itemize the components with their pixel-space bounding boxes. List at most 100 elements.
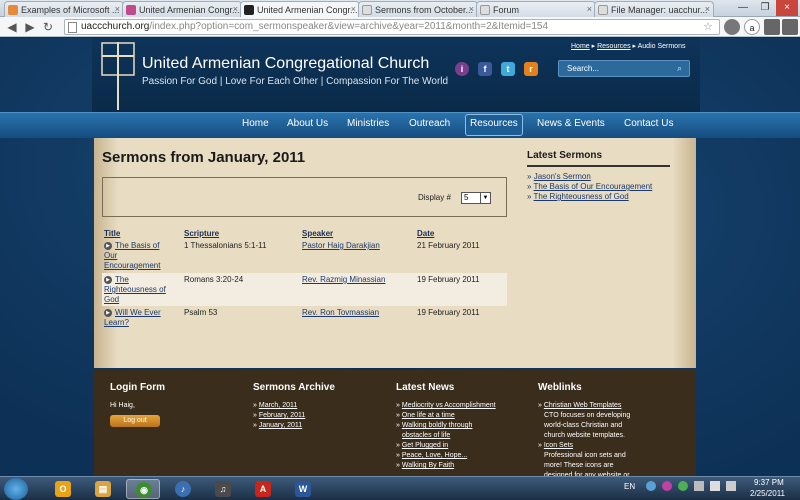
close-icon[interactable]: ×: [705, 4, 710, 14]
maximize-button[interactable]: ❐: [754, 0, 776, 16]
logout-button[interactable]: Log out: [110, 415, 160, 427]
reload-button[interactable]: ↻: [40, 19, 56, 35]
clock-time[interactable]: 9:37 PM: [754, 478, 784, 487]
breadcrumb-home[interactable]: Home: [571, 43, 590, 50]
close-icon[interactable]: ×: [351, 4, 356, 14]
chrome-icon: ◉: [136, 482, 152, 498]
main-nav: [0, 112, 800, 138]
browser-tab-active[interactable]: United Armenian Congr... ×: [240, 1, 360, 17]
display-count-select[interactable]: 5 ▼: [461, 192, 491, 204]
amazon-extension-icon[interactable]: a: [744, 19, 760, 35]
address-bar[interactable]: uaccchurch.org/index.php?option=com_serm…: [64, 19, 720, 35]
wrench-menu-icon[interactable]: [782, 19, 798, 35]
taskbar-app-outlook[interactable]: O: [46, 479, 80, 499]
nav-news-events[interactable]: News & Events: [537, 118, 605, 129]
sermon-speaker-link[interactable]: Rev. Razmig Minassian: [302, 275, 385, 285]
church-logo-icon[interactable]: [101, 42, 135, 110]
language-indicator[interactable]: EN: [624, 482, 635, 491]
tray-icon[interactable]: [678, 481, 688, 491]
itunes-icon: ♪: [175, 481, 191, 497]
taskbar-app-itunes[interactable]: ♪: [166, 479, 200, 499]
news-link[interactable]: » Walking boldly through: [396, 421, 472, 431]
volume-icon[interactable]: [726, 481, 736, 491]
display-label: Display #: [418, 193, 451, 202]
weblink-description: CTO focuses on developing world-class Ch…: [544, 412, 631, 439]
nav-about-us[interactable]: About Us: [287, 118, 328, 129]
taskbar-app-chrome[interactable]: ◉: [126, 479, 160, 499]
nav-contact-us[interactable]: Contact Us: [624, 118, 673, 129]
news-link-continued[interactable]: obstacles of life: [402, 431, 450, 441]
breadcrumb: Home ▸ Resources ▸ Audio Sermons: [571, 42, 685, 50]
sermon-title-link[interactable]: ▶ Will We Ever Learn?: [104, 308, 174, 328]
browser-tab[interactable]: Sermons from October... ×: [358, 1, 478, 17]
browser-tab[interactable]: Examples of Microsoft ... ×: [4, 1, 124, 17]
weblink[interactable]: » Christian Web Templates: [538, 401, 621, 411]
play-icon[interactable]: ▶: [104, 308, 112, 317]
tray-icon[interactable]: [694, 481, 704, 491]
column-speaker[interactable]: Speaker: [302, 229, 333, 238]
column-date[interactable]: Date: [417, 229, 434, 238]
nav-home[interactable]: Home: [242, 118, 269, 129]
sermon-scripture: Romans 3:20-24: [184, 275, 244, 284]
tray-icon[interactable]: [646, 481, 656, 491]
tray-icon[interactable]: [662, 481, 672, 491]
forward-button[interactable]: ▶: [22, 19, 38, 35]
sermon-title-link[interactable]: ▶ The Righteousness of God: [104, 275, 176, 305]
close-icon[interactable]: ×: [587, 4, 592, 14]
search-icon[interactable]: ⌕: [677, 63, 682, 74]
latest-sermon-link[interactable]: » Jason's Sermon: [527, 172, 591, 181]
nav-resources[interactable]: Resources: [470, 118, 518, 129]
page-menu-icon[interactable]: [764, 19, 780, 35]
news-link[interactable]: » Get Plugged in: [396, 441, 448, 451]
browser-tab[interactable]: Forum ×: [476, 1, 596, 17]
archive-link[interactable]: » January, 2011: [253, 421, 302, 431]
sermon-title-link[interactable]: ▶ The Basis of Our Encouragement: [104, 241, 174, 271]
latest-sermon-link[interactable]: » The Basis of Our Encouragement: [527, 182, 652, 191]
news-link[interactable]: » Mediocrity vs Accomplishment: [396, 401, 496, 411]
latest-sermon-link[interactable]: » The Righteousness of God: [527, 192, 629, 201]
weblink[interactable]: » Icon Sets: [538, 441, 573, 451]
site-search-input[interactable]: Search... ⌕: [558, 60, 690, 77]
bookmark-star-icon[interactable]: ☆: [703, 20, 713, 34]
sermon-speaker-link[interactable]: Rev. Ron Tovmassian: [302, 308, 379, 318]
facebook-icon[interactable]: f: [478, 62, 492, 76]
browser-tab[interactable]: United Armenian Congr... ×: [122, 1, 242, 17]
back-button[interactable]: ◀: [4, 19, 20, 35]
favicon-icon: [126, 5, 136, 15]
sermons-archive-title: Sermons Archive: [253, 382, 335, 393]
window-close-button[interactable]: ×: [776, 0, 798, 16]
taskbar-app-media[interactable]: ♫: [206, 479, 240, 499]
news-link[interactable]: » Walking By Faith: [396, 461, 454, 471]
sermon-speaker-link[interactable]: Pastor Haig Darakjian: [302, 241, 380, 251]
chevron-down-icon[interactable]: ▼: [480, 193, 490, 203]
close-icon[interactable]: ×: [469, 4, 474, 14]
rss-icon[interactable]: r: [524, 62, 538, 76]
tab-title: Forum: [493, 5, 520, 15]
news-link[interactable]: » Peace, Love, Hope...: [396, 451, 467, 461]
taskbar-app-acrobat[interactable]: A: [246, 479, 280, 499]
play-icon[interactable]: ▶: [104, 241, 112, 250]
start-button[interactable]: [4, 478, 28, 500]
content-area: [94, 138, 696, 368]
taskbar-app-word[interactable]: W: [286, 479, 320, 499]
extension-icon[interactable]: [724, 19, 740, 35]
column-scripture[interactable]: Scripture: [184, 229, 219, 238]
nav-ministries[interactable]: Ministries: [347, 118, 389, 129]
breadcrumb-resources[interactable]: Resources: [597, 43, 630, 50]
twitter-icon[interactable]: t: [501, 62, 515, 76]
pray-icon[interactable]: i: [455, 62, 469, 76]
taskbar-app-explorer[interactable]: ▤: [86, 479, 120, 499]
minimize-button[interactable]: —: [732, 0, 754, 16]
close-icon[interactable]: ×: [115, 4, 120, 14]
browser-tab[interactable]: File Manager: uacchur... ×: [594, 1, 714, 17]
play-icon[interactable]: ▶: [104, 275, 112, 284]
network-icon[interactable]: [710, 481, 720, 491]
column-title[interactable]: Title: [104, 229, 120, 238]
archive-link[interactable]: » February, 2011: [253, 411, 305, 421]
site-title[interactable]: United Armenian Congregational Church: [142, 55, 429, 73]
news-link[interactable]: » One life at a time: [396, 411, 455, 421]
clock-date[interactable]: 2/25/2011: [750, 489, 785, 498]
archive-link[interactable]: » March, 2011: [253, 401, 297, 411]
nav-outreach[interactable]: Outreach: [409, 118, 450, 129]
close-icon[interactable]: ×: [233, 4, 238, 14]
